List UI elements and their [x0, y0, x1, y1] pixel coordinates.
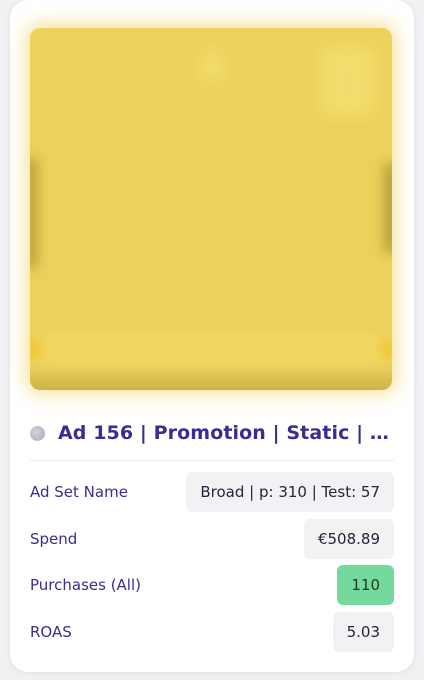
metric-label: ROAS — [30, 623, 72, 641]
thumbnail-stripe — [42, 334, 380, 364]
thumbnail-blur-block — [320, 46, 376, 116]
ad-title[interactable]: Ad 156 | Promotion | Static | Klo... — [58, 422, 394, 444]
metric-row-roas: ROAS 5.03 — [30, 612, 394, 652]
status-dot-icon — [30, 425, 45, 441]
metric-label: Purchases (All) — [30, 576, 141, 594]
metric-value-badge: 110 — [337, 565, 394, 605]
metric-value: 5.03 — [332, 612, 394, 652]
metric-row-spend: Spend €508.89 — [30, 519, 394, 559]
ad-title-row[interactable]: Ad 156 | Promotion | Static | Klo... — [30, 418, 394, 448]
thumbnail-shade — [30, 364, 392, 390]
ad-card[interactable]: Ad 156 | Promotion | Static | Klo... Ad … — [10, 0, 414, 672]
metric-label: Ad Set Name — [30, 483, 128, 501]
divider — [30, 460, 394, 461]
thumbnail-blur-block — [200, 50, 224, 80]
thumbnail-edge — [384, 163, 392, 253]
metric-value: Broad | p: 310 | Test: 57 — [186, 472, 394, 512]
ad-thumbnail[interactable] — [30, 28, 392, 390]
metric-value: €508.89 — [303, 519, 394, 559]
metric-row-purchases: Purchases (All) 110 — [30, 565, 394, 605]
metric-label: Spend — [30, 530, 78, 548]
metric-row-ad-set-name: Ad Set Name Broad | p: 310 | Test: 57 — [30, 472, 394, 512]
thumbnail-edge — [30, 158, 38, 268]
